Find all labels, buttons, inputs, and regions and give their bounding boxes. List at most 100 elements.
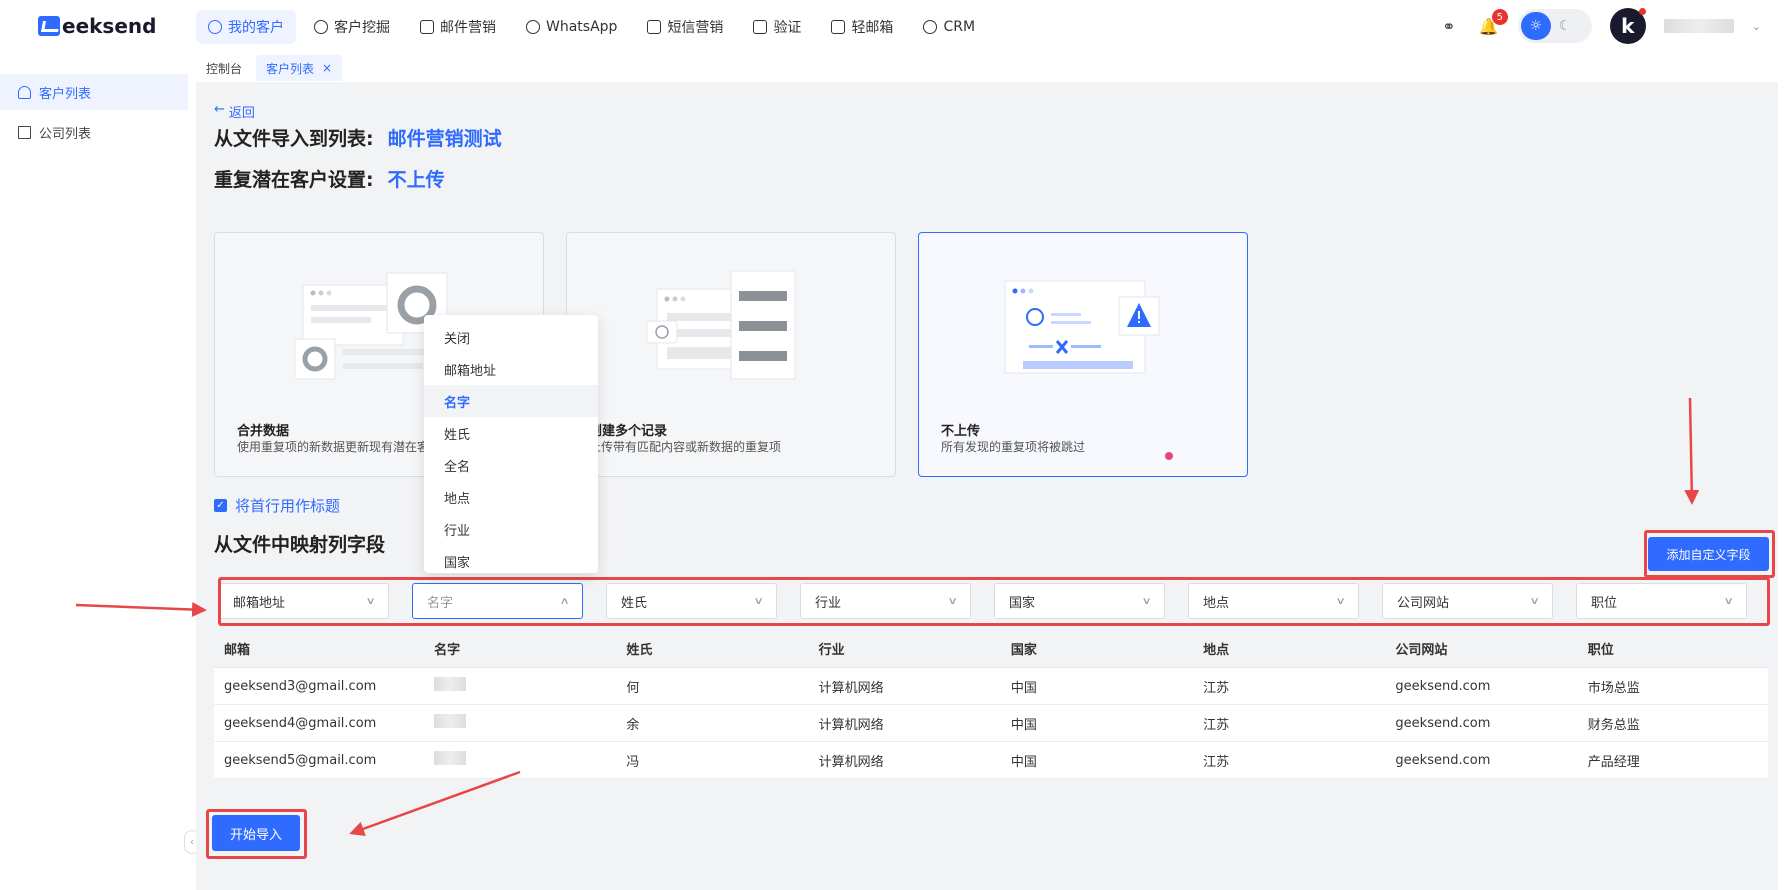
nav-item-5[interactable]: 验证 — [741, 10, 813, 44]
dropdown-option[interactable]: 名字 — [424, 385, 598, 417]
field-dropdown-menu: 关闭 邮箱地址 名字 姓氏 全名 地点 行业 国家 — [424, 315, 598, 573]
table-cell: 中国 — [1010, 717, 1037, 733]
table-cell — [422, 714, 614, 732]
table-cell: 余 — [626, 717, 640, 733]
table-header-cell: 名字 — [434, 643, 461, 658]
table-cell: 江苏 — [1203, 717, 1230, 733]
sidebar-item-company-list[interactable]: 公司列表 — [0, 114, 188, 150]
nav-item-7[interactable]: CRM — [911, 10, 987, 44]
theme-toggle[interactable]: ☼ ☾ — [1517, 9, 1592, 43]
nav-item-2[interactable]: 邮件营销 — [408, 10, 508, 44]
dropdown-option[interactable]: 邮箱地址 — [424, 353, 598, 385]
table-cell: geeksend3@gmail.com — [224, 678, 377, 694]
building-icon — [18, 125, 31, 139]
dropdown-option[interactable]: 地点 — [424, 481, 598, 513]
skip-upload-illustration-icon — [1004, 280, 1160, 374]
verify-icon — [753, 20, 768, 34]
tab-console[interactable]: 控制台 — [196, 55, 252, 81]
crm-icon — [923, 20, 938, 34]
user-icon — [208, 20, 222, 34]
support-headset-icon[interactable]: ⚭ — [1438, 15, 1460, 37]
table-cell: 江苏 — [1203, 680, 1230, 696]
table-cell: 冯 — [626, 754, 640, 770]
search-icon — [314, 20, 328, 34]
logo-mark-icon — [38, 16, 60, 36]
duplicate-heading: 重复潜在客户设置: 不上传 — [214, 165, 445, 192]
back-label: 返回 — [228, 106, 255, 121]
dropdown-option[interactable]: 全名 — [424, 449, 598, 481]
table-header-cell: 邮箱 — [224, 643, 251, 658]
duplicate-label: 重复潜在客户设置: — [214, 169, 374, 191]
notification-badge: 5 — [1491, 9, 1508, 25]
header-actions: ⚭ 🔔 5 ☼ ☾ k ⌄ — [1438, 8, 1761, 44]
mapping-title: 从文件中映射列字段 — [214, 534, 386, 556]
card-no-upload[interactable]: 不上传 所有发现的重复项将被跳过 — [918, 232, 1248, 477]
highlight-start-import — [206, 809, 307, 859]
table-cell: 市场总监 — [1587, 680, 1640, 696]
moon-icon[interactable]: ☾ — [1559, 18, 1572, 34]
avatar[interactable]: k — [1609, 8, 1646, 44]
import-list-name: 邮件营销测试 — [387, 128, 502, 150]
sidebar-item-label: 公司列表 — [39, 126, 92, 142]
table-cell: geeksend.com — [1395, 715, 1491, 731]
user-icon — [18, 85, 31, 99]
card-title: 不上传 — [941, 424, 981, 439]
nav-item-4[interactable]: 短信营销 — [635, 10, 735, 44]
arrow-left-icon: ← — [214, 102, 225, 117]
table-cell: geeksend.com — [1395, 678, 1491, 694]
table-header-cell: 公司网站 — [1395, 643, 1448, 658]
multiple-records-illustration-icon — [647, 270, 796, 380]
card-create-multiple[interactable]: 创建多个记录 上传带有匹配内容或新数据的重复项 — [566, 232, 896, 477]
dropdown-option[interactable]: 行业 — [424, 513, 598, 545]
chevron-down-icon[interactable]: ⌄ — [1752, 20, 1761, 33]
dropdown-option[interactable]: 姓氏 — [424, 417, 598, 449]
table-cell: geeksend5@gmail.com — [224, 752, 377, 768]
table-cell: 中国 — [1010, 680, 1037, 696]
back-link[interactable]: ← 返回 — [214, 102, 255, 121]
table-cell: 计算机网络 — [818, 717, 884, 733]
highlight-mapping-row — [218, 577, 1770, 626]
table-row: geeksend3@gmail.com 何 计算机网络 中国 江苏 geeksend.co… — [214, 668, 1768, 705]
blurred-name — [434, 714, 467, 728]
nav-item-label: 验证 — [773, 20, 802, 36]
first-row-header-label: 将首行用作标题 — [235, 497, 341, 515]
table-cell: geeksend.com — [1395, 752, 1491, 768]
checkbox-checked-icon[interactable]: ✓ — [214, 499, 227, 512]
nav-item-1[interactable]: 客户挖掘 — [302, 10, 402, 44]
sidebar: 客户列表 公司列表 — [0, 74, 188, 890]
first-row-header-option[interactable]: ✓ 将首行用作标题 — [214, 495, 340, 516]
sidebar-item-customer-list[interactable]: 客户列表 — [0, 74, 188, 110]
table-header-cell: 姓氏 — [626, 643, 653, 658]
duplicate-value: 不上传 — [387, 169, 445, 191]
tab-label: 控制台 — [206, 61, 243, 76]
highlight-add-field — [1644, 530, 1775, 578]
nav-item-label: 短信营销 — [667, 20, 724, 36]
notification-bell-icon[interactable]: 🔔 5 — [1478, 9, 1508, 37]
table-row: geeksend4@gmail.com 余 计算机网络 中国 江苏 geeksend.co… — [214, 705, 1768, 742]
nav-item-0[interactable]: 我的客户 — [196, 10, 296, 44]
nav-item-6[interactable]: 轻邮箱 — [819, 10, 905, 44]
table-cell: 江苏 — [1203, 754, 1230, 770]
table-cell — [422, 751, 614, 769]
logo-text: eeksend — [62, 14, 157, 38]
card-description: 上传带有匹配内容或新数据的重复项 — [589, 440, 782, 454]
table-header-row: 邮箱 名字 姓氏 行业 国家 地点 公司网站 职位 — [214, 630, 1768, 668]
close-icon[interactable]: × — [322, 61, 332, 75]
blurred-name — [434, 751, 467, 765]
table-cell: 财务总监 — [1587, 717, 1640, 733]
tab-customer-list[interactable]: 客户列表 × — [256, 55, 343, 81]
preview-table: 邮箱 名字 姓氏 行业 国家 地点 公司网站 职位 geeksend3@gmail.com 何计算… — [214, 630, 1768, 779]
nav-item-3[interactable]: WhatsApp — [514, 10, 629, 44]
sidebar-item-label: 客户列表 — [39, 86, 92, 102]
dropdown-option[interactable]: 关闭 — [424, 321, 598, 353]
table-cell: 计算机网络 — [818, 754, 884, 770]
sun-icon[interactable]: ☼ — [1520, 12, 1551, 40]
blurred-name — [434, 677, 467, 691]
card-title: 合并数据 — [237, 424, 290, 439]
brand-logo[interactable]: eeksend — [38, 14, 156, 38]
dropdown-option[interactable]: 国家 — [424, 545, 598, 573]
table-header-cell: 职位 — [1587, 643, 1614, 658]
page-tabs: 控制台 客户列表 × — [196, 54, 343, 82]
tab-label: 客户列表 — [266, 61, 315, 76]
card-description: 所有发现的重复项将被跳过 — [941, 440, 1086, 454]
